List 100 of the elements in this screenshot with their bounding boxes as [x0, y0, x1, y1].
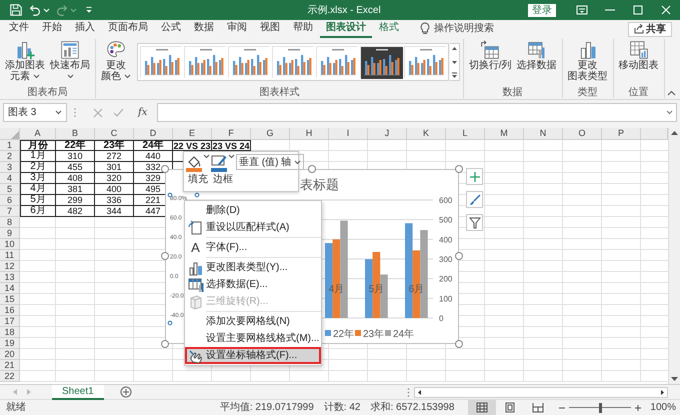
resize-handle[interactable]	[161, 165, 169, 173]
quick-layout-button[interactable]: 快速布局	[48, 40, 92, 82]
add-sheet-icon[interactable]	[120, 386, 132, 398]
column-header[interactable]: N	[524, 128, 563, 140]
selection-handle[interactable]	[168, 192, 172, 198]
ribbon-tab[interactable]: 开始	[36, 21, 68, 38]
menu-item[interactable]: 删除(D)	[185, 202, 321, 219]
slider-thumb[interactable]	[599, 402, 602, 412]
column-header[interactable]: P	[602, 128, 641, 140]
selection-handle[interactable]	[194, 192, 200, 198]
switch-row-column-button[interactable]: 切换行/列	[466, 40, 514, 71]
selection-handle[interactable]	[168, 320, 172, 326]
change-chart-type-button[interactable]: 更改 图表类型	[566, 40, 610, 82]
zoom-level[interactable]: 100%	[650, 400, 676, 415]
row-header[interactable]: 14	[0, 283, 20, 294]
menu-item[interactable]: A 字体(F)...	[185, 239, 321, 256]
name-box[interactable]: 图表 3	[3, 103, 67, 122]
ribbon-tab[interactable]: 帮助	[287, 21, 319, 38]
ribbon-tab[interactable]: 格式	[373, 21, 405, 38]
zoom-slider[interactable]	[569, 402, 632, 412]
column-header[interactable]: O	[563, 128, 602, 140]
row-header[interactable]: 19	[0, 338, 20, 349]
row-header[interactable]: 20	[0, 349, 20, 360]
column-header[interactable]: M	[485, 128, 524, 140]
resize-handle[interactable]	[161, 340, 169, 348]
row-header[interactable]: 6	[0, 195, 20, 206]
resize-handle[interactable]	[161, 252, 169, 260]
check-icon[interactable]	[113, 108, 124, 118]
fill-button[interactable]: 填充	[186, 154, 210, 189]
column-header[interactable]: E	[173, 128, 212, 140]
ribbon-tab[interactable]: 文件	[3, 21, 35, 38]
filter-button[interactable]	[466, 214, 483, 231]
close-icon[interactable]	[659, 3, 673, 17]
menu-item[interactable]: 更改图表类型(Y)...	[185, 259, 321, 276]
menu-item[interactable]: 添加次要网格线(N)	[185, 313, 321, 330]
row-header[interactable]: 12	[0, 261, 20, 272]
column-header[interactable]: B	[56, 128, 95, 140]
row-header[interactable]: 11	[0, 250, 20, 261]
row-header[interactable]: 22	[0, 371, 20, 382]
row-header[interactable]: 7	[0, 206, 20, 217]
column-header[interactable]: G	[251, 128, 290, 140]
column-header[interactable]: J	[368, 128, 407, 140]
row-header[interactable]: 9	[0, 228, 20, 239]
column-header[interactable]: F	[212, 128, 251, 140]
menu-item[interactable]: 重设以匹配样式(A)	[185, 219, 321, 236]
chart-title[interactable]: 表标题	[300, 177, 339, 192]
row-header[interactable]: 21	[0, 360, 20, 371]
chart-element-dropdown[interactable]: 垂直 (值) 轴	[236, 154, 304, 170]
scrollbar[interactable]	[414, 386, 668, 398]
move-chart-button[interactable]: 移动图表	[616, 40, 661, 71]
undo-icon[interactable]	[28, 3, 42, 17]
share-button[interactable]: 共享	[628, 22, 672, 36]
column-header[interactable]: C	[95, 128, 134, 140]
caret-icon[interactable]	[55, 110, 62, 115]
save-icon[interactable]	[9, 3, 23, 17]
row-header[interactable]: 13	[0, 272, 20, 283]
add-element-button[interactable]: 添加图表 元素	[3, 40, 47, 82]
chart-style-thumbnail[interactable]	[316, 46, 358, 78]
row-header[interactable]: 1	[0, 140, 20, 151]
resize-handle[interactable]	[308, 165, 316, 173]
row-header[interactable]: 10	[0, 239, 20, 250]
ribbon-display-icon[interactable]	[575, 3, 589, 17]
ribbon-tab[interactable]: 视图	[254, 21, 286, 38]
scrollbar[interactable]	[668, 128, 680, 384]
plus-icon[interactable]	[634, 404, 642, 412]
formula-input[interactable]	[157, 103, 677, 122]
row-header[interactable]: 15	[0, 294, 20, 305]
chart-style-thumbnail[interactable]	[272, 46, 314, 78]
brush-button[interactable]	[466, 191, 483, 208]
row-header[interactable]: 16	[0, 305, 20, 316]
chart-style-thumbnail[interactable]	[360, 46, 402, 78]
page-break-icon[interactable]	[532, 402, 544, 413]
more-icon[interactable]	[450, 71, 459, 80]
ribbon-tab[interactable]: 页面布局	[102, 21, 154, 38]
chart-style-thumbnail[interactable]	[228, 46, 270, 78]
row-header[interactable]: 5	[0, 184, 20, 195]
row-header[interactable]: 2	[0, 151, 20, 162]
row-header[interactable]: 8	[0, 217, 20, 228]
page-layout-icon[interactable]	[504, 402, 516, 413]
column-header[interactable]: D	[134, 128, 173, 140]
resize-handle[interactable]	[455, 340, 463, 348]
chart-style-thumbnail[interactable]	[404, 46, 446, 78]
sheet-tab[interactable]: Sheet1	[52, 384, 104, 400]
row-header[interactable]: 17	[0, 316, 20, 327]
caret-icon[interactable]	[666, 110, 673, 115]
chart-style-thumbnail[interactable]	[184, 46, 226, 78]
resize-handle[interactable]	[455, 165, 463, 173]
maximize-icon[interactable]	[631, 3, 645, 17]
column-header[interactable]: L	[446, 128, 485, 140]
ribbon-tab[interactable]: 公式	[155, 21, 187, 38]
menu-item[interactable]: 设置坐标轴格式(F)...	[185, 347, 321, 364]
normal-view-icon[interactable]	[476, 402, 488, 413]
sign-in-button[interactable]: 登录	[528, 4, 556, 16]
add-button[interactable]	[466, 168, 483, 185]
tell-me-search[interactable]: 操作说明搜索	[434, 21, 494, 36]
select-data-button[interactable]: 选择数据	[514, 40, 559, 71]
resize-handle[interactable]	[455, 252, 463, 260]
chart-style-thumbnail[interactable]	[140, 46, 182, 78]
column-header[interactable]: A	[20, 128, 56, 140]
ribbon-tab[interactable]: 审阅	[221, 21, 253, 38]
